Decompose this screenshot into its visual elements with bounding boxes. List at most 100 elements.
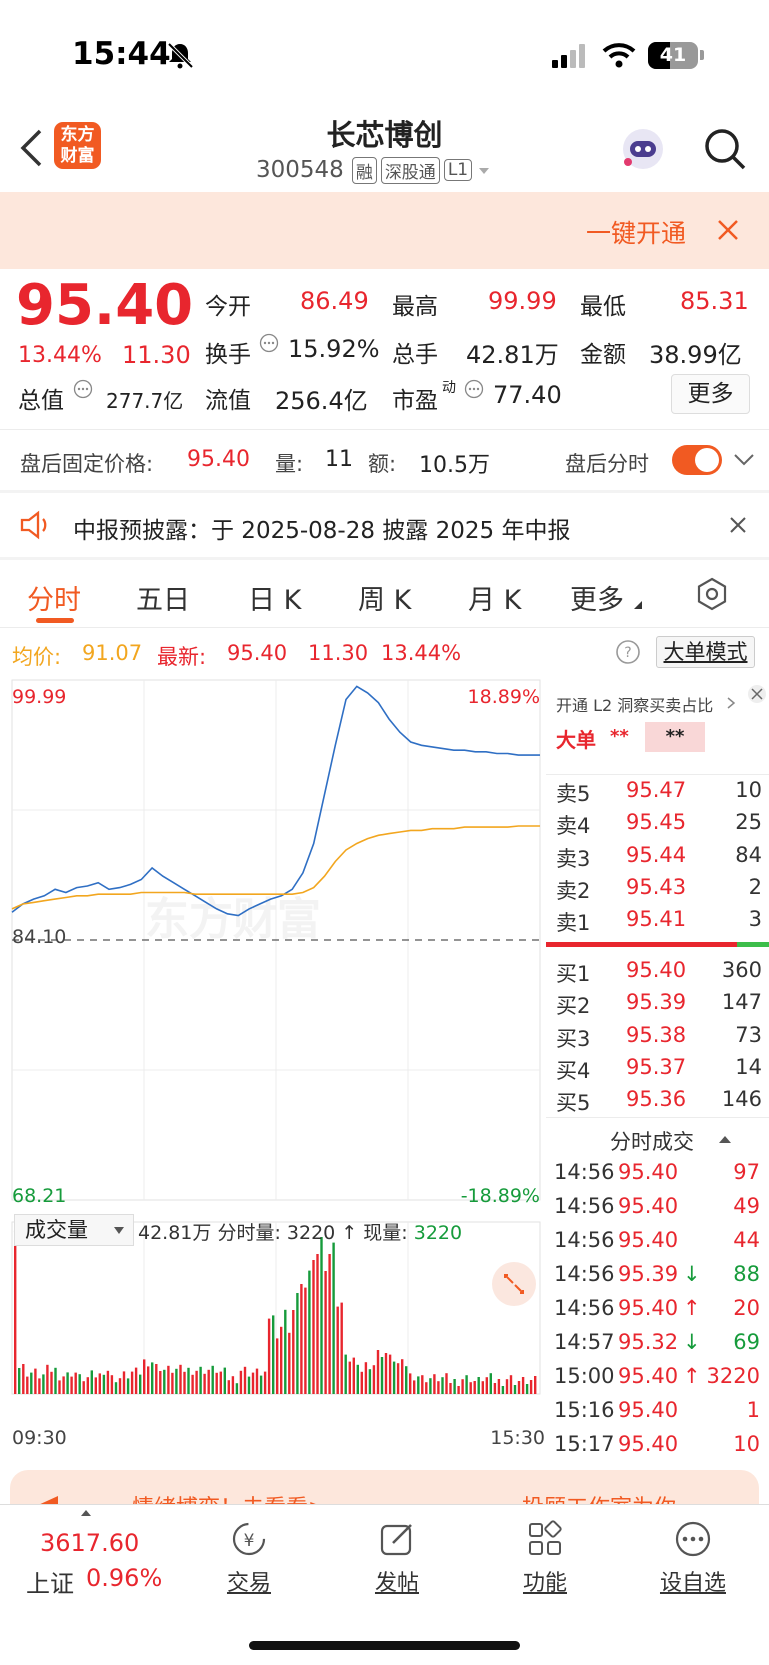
volume-bar	[183, 1371, 186, 1394]
tab-month-k[interactable]: 月 K	[468, 578, 521, 617]
pe-value: 77.40	[493, 381, 562, 409]
indicator-selector-label: 成交量	[25, 1218, 88, 1242]
banner-text[interactable]: 一键开通	[586, 214, 686, 250]
after-hours-row: 盘后固定价格: 95.40 量: 11 额: 10.5万 盘后分时	[0, 430, 769, 490]
volume-bar	[284, 1309, 287, 1394]
ask-row[interactable]: 卖3 95.44 84	[552, 843, 762, 875]
more-dots-icon	[675, 1521, 711, 1557]
volume-bar	[364, 1362, 368, 1394]
gear-icon[interactable]	[695, 577, 729, 611]
volume-bar	[223, 1367, 226, 1394]
bid-price: 95.37	[626, 1054, 687, 1079]
volume-bar	[211, 1365, 214, 1394]
big-order-sell: **	[645, 722, 705, 752]
volume-bar	[207, 1369, 210, 1394]
notice-bar[interactable]: 中报预披露：于 2025-08-28 披露 2025 年中报	[0, 493, 769, 557]
index-pct[interactable]: 0.96%	[86, 1564, 162, 1592]
ask-price: 95.41	[626, 907, 687, 932]
notice-text[interactable]: 中报预披露：于 2025-08-28 披露 2025 年中报	[73, 511, 570, 545]
big-order-mode-button[interactable]: 大单模式	[656, 636, 755, 668]
bid-row[interactable]: 买1 95.40 360	[552, 958, 762, 990]
tab-more[interactable]: 更多	[570, 578, 624, 617]
tab-week-k[interactable]: 周 K	[358, 578, 411, 617]
volume-bar	[199, 1366, 202, 1394]
stock-code-row[interactable]: 300548 融 深股通 L1	[256, 156, 492, 184]
low-label: 最低	[580, 294, 626, 320]
info-dots-icon[interactable]	[73, 379, 93, 399]
ask-row[interactable]: 卖4 95.45 25	[552, 810, 762, 842]
info-dots-icon[interactable]	[464, 379, 484, 399]
volume-bar	[251, 1372, 255, 1394]
tab-active-indicator	[36, 618, 74, 623]
trade-time: 14:56	[554, 1160, 615, 1184]
bid-row[interactable]: 买4 95.37 14	[552, 1055, 762, 1087]
battery-level: 41	[659, 44, 687, 66]
volume-bar	[505, 1379, 509, 1394]
chart-info-row: 均价: 91.07 最新: 95.40 11.30 13.44% ? 大单模式	[0, 628, 769, 674]
minute-vol-label: 分时量:	[217, 1222, 281, 1244]
help-icon[interactable]: ?	[615, 639, 641, 665]
info-dots-icon[interactable]	[259, 333, 279, 353]
latest-pct: 13.44%	[381, 641, 462, 665]
volume-bar	[481, 1381, 484, 1394]
after-hours-toggle[interactable]	[672, 445, 722, 475]
index-value[interactable]: 3617.60	[40, 1529, 139, 1557]
amount-label: 金额	[580, 342, 626, 368]
close-icon[interactable]	[747, 684, 767, 704]
volume-bar	[324, 1271, 327, 1394]
index-name[interactable]: 上证	[26, 1564, 74, 1599]
ask-row[interactable]: 卖2 95.43 2	[552, 875, 762, 907]
trade-arrow: ↓	[683, 1330, 701, 1354]
volume-bar	[203, 1373, 206, 1394]
volume-bar	[30, 1372, 33, 1394]
nav-functions[interactable]: 功能	[495, 1519, 595, 1597]
x-start-label: 09:30	[12, 1427, 67, 1449]
trade-row: 14:56 95.39 ↓ 88	[552, 1262, 762, 1296]
up-arrow-icon	[81, 1510, 91, 1516]
more-button[interactable]: 更多	[671, 374, 750, 414]
l2-promo[interactable]: 开通 L2 洞察买卖占比 大单 ** **	[546, 682, 769, 774]
volume-bar	[384, 1353, 388, 1394]
open-label: 今开	[205, 294, 251, 320]
trade-volume: 10	[733, 1432, 760, 1456]
volume-bar	[46, 1364, 49, 1394]
volume-bar	[243, 1366, 247, 1394]
fullscreen-button[interactable]	[492, 1262, 536, 1306]
nav-trade[interactable]: ¥ 交易	[199, 1519, 299, 1597]
ask-row[interactable]: 卖1 95.41 3	[552, 907, 762, 939]
volume-bar	[219, 1371, 222, 1394]
volume-bar	[405, 1366, 408, 1394]
close-icon[interactable]	[716, 218, 740, 242]
bid-row[interactable]: 买2 95.39 147	[552, 990, 762, 1022]
close-icon[interactable]	[728, 515, 748, 535]
signal-icon	[552, 44, 585, 68]
svg-text:?: ?	[624, 645, 631, 661]
ask-row[interactable]: 卖5 95.47 10	[552, 778, 762, 810]
search-icon[interactable]	[703, 127, 747, 171]
trades-header[interactable]: 分时成交	[546, 1118, 769, 1158]
l2-promo-text[interactable]: 开通 L2 洞察买卖占比	[556, 692, 713, 716]
nav-post[interactable]: 发帖	[347, 1519, 447, 1597]
volume-bar	[344, 1354, 347, 1394]
trade-volume: 1	[746, 1398, 760, 1422]
nav-functions-label: 功能	[522, 1571, 567, 1596]
volume-bar	[38, 1378, 41, 1394]
bid-row[interactable]: 买5 95.36 146	[552, 1087, 762, 1119]
volume-bar	[445, 1373, 448, 1394]
tab-intraday[interactable]: 分时	[27, 578, 81, 617]
volume-bar	[469, 1382, 472, 1394]
indicator-selector[interactable]: 成交量	[14, 1214, 134, 1246]
chevron-down-icon[interactable]	[733, 452, 755, 468]
volume-bar	[396, 1363, 400, 1394]
amount-value: 38.99亿	[649, 341, 742, 369]
nav-add-watchlist[interactable]: 设自选	[643, 1519, 743, 1597]
volume-bar	[126, 1378, 130, 1394]
tab-day-k[interactable]: 日 K	[248, 578, 301, 617]
volume-bar	[417, 1376, 420, 1394]
intraday-chart[interactable]: 东方财富 99.99 18.89% 84.10 68.21 -18.89% 18…	[0, 674, 550, 1454]
promo-banner[interactable]: 一键开通	[0, 192, 769, 269]
robot-assistant-icon[interactable]	[618, 124, 668, 174]
volume-bar	[392, 1361, 396, 1394]
bid-row[interactable]: 买3 95.38 73	[552, 1023, 762, 1055]
tab-5day[interactable]: 五日	[136, 578, 190, 617]
